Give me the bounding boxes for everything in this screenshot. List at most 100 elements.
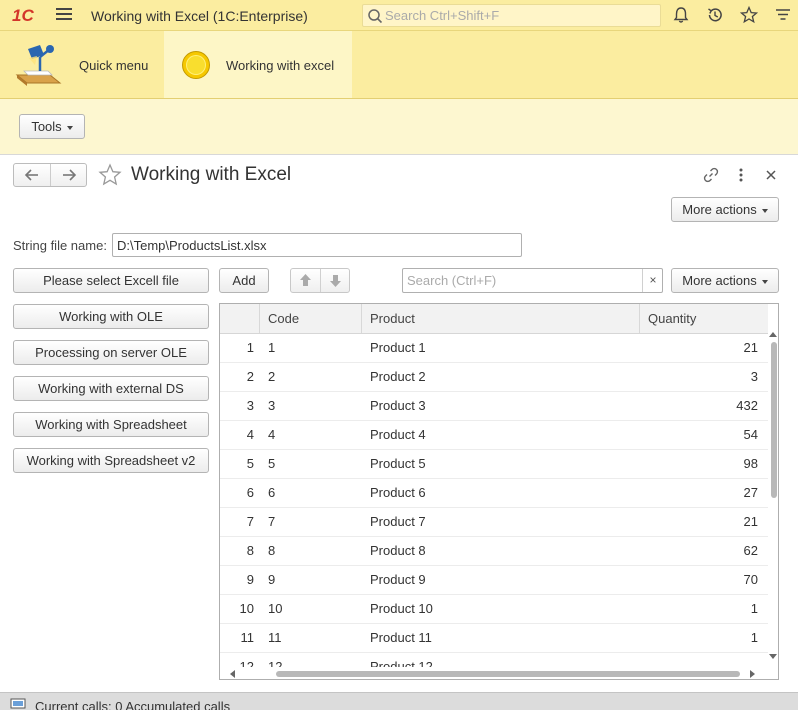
scroll-right-arrow-icon[interactable] (750, 670, 755, 678)
processing-on-server-ole-button[interactable]: Processing on server OLE (13, 340, 209, 365)
favorite-star-icon[interactable] (98, 163, 122, 187)
table-row[interactable]: 7 7 Product 7 21 (220, 508, 768, 537)
row-number: 8 (246, 543, 254, 558)
table-more-actions-button[interactable]: More actions (671, 268, 779, 293)
cell-product: Product 10 (370, 601, 433, 616)
table-row[interactable]: 5 5 Product 5 98 (220, 450, 768, 479)
cell-quantity: 3 (750, 369, 758, 384)
row-number: 2 (246, 369, 254, 384)
products-table[interactable]: Code Product Quantity 1 1 Product 1 21 2 2 Pro… (219, 303, 779, 680)
more-vertical-icon[interactable] (732, 166, 750, 184)
horizontal-scrollbar[interactable] (220, 667, 768, 679)
table-row[interactable]: 12 12 Product 12 (220, 653, 768, 667)
scroll-up-arrow-icon[interactable] (769, 332, 777, 337)
cell-quantity: 432 (736, 398, 758, 413)
global-search-input[interactable] (385, 7, 655, 24)
table-row[interactable]: 3 3 Product 3 432 (220, 392, 768, 421)
history-icon[interactable] (706, 6, 724, 24)
cell-product: Product 11 (370, 630, 432, 645)
cell-product: Product 6 (370, 485, 426, 500)
table-row[interactable]: 6 6 Product 6 27 (220, 479, 768, 508)
section-working-with-excel[interactable]: Working with excel (164, 31, 352, 98)
move-up-icon[interactable] (291, 269, 320, 292)
table-row[interactable]: 9 9 Product 9 70 (220, 566, 768, 595)
cell-product: Product 3 (370, 398, 426, 413)
table-row[interactable]: 4 4 Product 4 54 (220, 421, 768, 450)
table-header: Code Product Quantity (220, 304, 768, 334)
bell-icon[interactable] (672, 6, 690, 24)
chevron-down-icon (761, 208, 768, 213)
cell-code: 4 (268, 427, 276, 442)
column-header-number[interactable] (220, 304, 260, 333)
tools-button[interactable]: Tools (19, 114, 85, 139)
cell-quantity: 54 (743, 427, 758, 442)
main-menu-icon[interactable] (56, 8, 72, 22)
file-name-input[interactable] (112, 233, 522, 257)
horizontal-scroll-thumb[interactable] (276, 671, 740, 677)
scroll-left-arrow-icon[interactable] (230, 670, 235, 678)
chevron-down-icon (761, 279, 768, 284)
vertical-scrollbar[interactable] (768, 332, 778, 667)
global-search[interactable] (362, 4, 661, 27)
monitor-icon[interactable] (10, 697, 26, 710)
move-buttons (290, 268, 350, 293)
cell-quantity: 21 (743, 340, 758, 355)
table-row[interactable]: 2 2 Product 2 3 (220, 363, 768, 392)
table-more-actions-label: More actions (682, 273, 757, 288)
cell-quantity: 1 (750, 630, 758, 645)
cell-code: 8 (268, 543, 276, 558)
vertical-scroll-thumb[interactable] (771, 342, 777, 498)
settings-menu-icon[interactable] (774, 6, 792, 24)
clear-search-button[interactable]: × (642, 269, 663, 292)
table-body: 1 1 Product 1 21 2 2 Product 2 3 3 3 Product 3 432 4… (220, 334, 768, 667)
more-actions-button[interactable]: More actions (671, 197, 779, 222)
select-excel-file-button[interactable]: Please select Excell file (13, 268, 209, 293)
working-with-spreadsheet-v2-button[interactable]: Working with Spreadsheet v2 (13, 448, 209, 473)
cell-code: 1 (268, 340, 276, 355)
row-number: 11 (240, 630, 255, 645)
row-number: 6 (246, 485, 254, 500)
chevron-down-icon (66, 125, 73, 130)
column-header-code[interactable]: Code (260, 304, 362, 333)
cell-code: 2 (268, 369, 276, 384)
forward-arrow-icon[interactable] (51, 164, 87, 186)
back-arrow-icon[interactable] (14, 164, 50, 186)
favorites-star-icon[interactable] (740, 6, 758, 24)
search-icon (368, 9, 383, 24)
cell-product: Product 4 (370, 427, 426, 442)
column-header-quantity[interactable]: Quantity (640, 304, 768, 333)
table-row[interactable]: 8 8 Product 8 62 (220, 537, 768, 566)
desk-lamp-icon (15, 45, 62, 86)
table-search[interactable]: × (402, 268, 663, 293)
table-row[interactable]: 1 1 Product 1 21 (220, 334, 768, 363)
close-icon[interactable] (762, 166, 780, 184)
table-search-input[interactable] (407, 272, 637, 289)
nav-buttons (13, 163, 87, 187)
cell-quantity (640, 653, 758, 667)
add-button[interactable]: Add (219, 268, 269, 293)
cell-product: Product 9 (370, 572, 426, 587)
row-number: 10 (239, 601, 254, 616)
row-number: 4 (246, 427, 254, 442)
tools-button-label: Tools (31, 119, 62, 134)
cell-code: 12 (268, 659, 283, 667)
title-bar: 1С Working with Excel (1C:Enterprise) (0, 0, 798, 31)
working-with-ole-button[interactable]: Working with OLE (13, 304, 209, 329)
cell-code: 9 (268, 572, 276, 587)
working-with-spreadsheet-button[interactable]: Working with Spreadsheet (13, 412, 209, 437)
table-row[interactable]: 10 10 Product 10 1 (220, 595, 768, 624)
cell-product: Product 5 (370, 456, 426, 471)
working-with-external-ds-button[interactable]: Working with external DS (13, 376, 209, 401)
more-actions-label: More actions (682, 202, 757, 217)
1c-logo-icon[interactable]: 1С (12, 6, 46, 24)
section-quick-menu[interactable]: Quick menu (0, 31, 164, 98)
status-bar: Current calls: 0 Accumulated calls (0, 692, 798, 710)
link-icon[interactable] (702, 166, 720, 184)
cell-code: 3 (268, 398, 276, 413)
column-header-product[interactable]: Product (362, 304, 640, 333)
sections-panel: Quick menu Working with excel (0, 31, 798, 99)
scroll-down-arrow-icon[interactable] (769, 654, 777, 659)
table-row[interactable]: 11 11 Product 11 1 (220, 624, 768, 653)
status-text: Current calls: 0 Accumulated calls (35, 699, 231, 710)
move-down-icon[interactable] (321, 269, 350, 292)
